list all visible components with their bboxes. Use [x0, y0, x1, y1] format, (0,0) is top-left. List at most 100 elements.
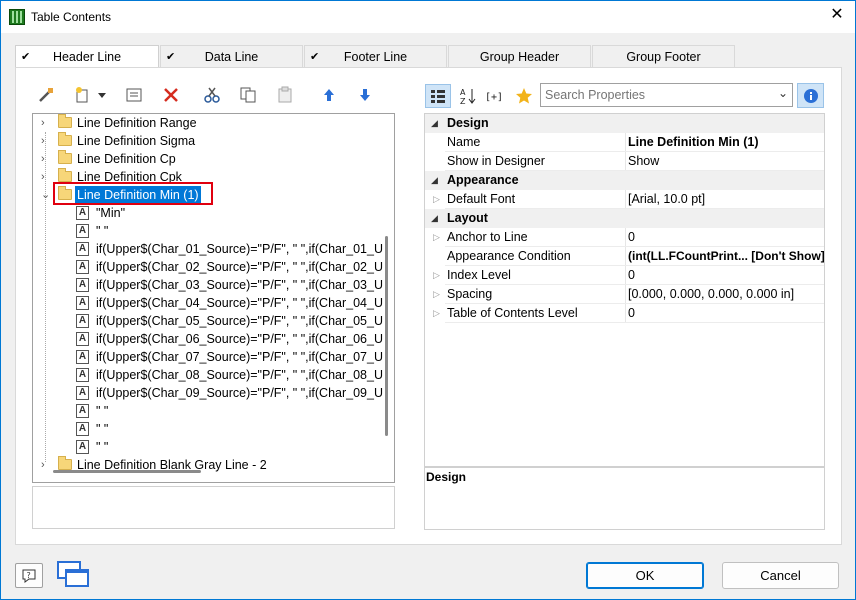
- folder-icon: [58, 132, 72, 146]
- cancel-button[interactable]: Cancel: [722, 562, 839, 589]
- tree-field[interactable]: Aif(Upper$(Char_02_Source)="P/F", " ",if…: [33, 258, 383, 276]
- svg-text:[+]: [+]: [485, 92, 503, 103]
- tab-label: Group Footer: [626, 50, 701, 64]
- tree-field[interactable]: Aif(Upper$(Char_08_Source)="P/F", " ",if…: [33, 366, 383, 384]
- property-name: Index Level: [447, 268, 511, 282]
- tab-header-line[interactable]: ✔ Header Line: [15, 45, 159, 69]
- tree-field[interactable]: A "Min": [33, 204, 378, 222]
- tree-field[interactable]: Aif(Upper$(Char_07_Source)="P/F", " ",if…: [33, 348, 383, 366]
- text-field-icon: A: [76, 224, 89, 238]
- tree-field-label: if(Upper$(Char_05_Source)="P/F", " ",if(…: [96, 314, 383, 328]
- chevron-right-icon[interactable]: ›: [41, 150, 51, 168]
- categorized-view-icon[interactable]: [425, 84, 451, 108]
- property-row-name[interactable]: Name Line Definition Min (1): [425, 133, 824, 152]
- search-input[interactable]: [545, 87, 775, 103]
- property-value[interactable]: Line Definition Min (1): [628, 133, 824, 152]
- tab-group-footer[interactable]: Group Footer: [592, 45, 735, 67]
- property-value[interactable]: 0: [628, 304, 824, 323]
- property-row-anchor-to-line[interactable]: ▷ Anchor to Line 0: [425, 228, 824, 247]
- chevron-right-icon[interactable]: ›: [41, 132, 51, 150]
- tree-field-label: " ": [96, 404, 109, 418]
- star-icon[interactable]: [511, 84, 537, 108]
- folder-icon: [58, 168, 72, 182]
- expand-icon[interactable]: ▷: [433, 304, 440, 323]
- tree-item[interactable]: › Line Definition Sigma: [33, 132, 378, 150]
- tab-group-header[interactable]: Group Header: [448, 45, 591, 67]
- close-icon[interactable]: ✕: [829, 7, 845, 23]
- chevron-down-icon[interactable]: ⌄: [41, 186, 51, 204]
- property-value[interactable]: [0.000, 0.000, 0.000, 0.000 in]: [628, 285, 824, 304]
- tree-field[interactable]: Aif(Upper$(Char_06_Source)="P/F", " ",if…: [33, 330, 383, 348]
- text-field-icon: A: [76, 404, 89, 418]
- tree-field-label: if(Upper$(Char_06_Source)="P/F", " ",if(…: [96, 332, 383, 346]
- copy-icon[interactable]: [237, 83, 259, 107]
- chevron-right-icon[interactable]: ›: [41, 456, 51, 474]
- category-appearance[interactable]: ◢ Appearance: [425, 171, 824, 190]
- expand-all-icon[interactable]: [+]: [483, 84, 507, 108]
- expand-icon[interactable]: ▷: [433, 285, 440, 304]
- windows-icon[interactable]: [56, 560, 90, 590]
- move-up-icon[interactable]: [318, 83, 340, 107]
- property-row-show-in-designer[interactable]: Show in Designer Show: [425, 152, 824, 171]
- category-layout[interactable]: ◢ Layout: [425, 209, 824, 228]
- sort-alpha-icon[interactable]: AZ: [455, 84, 481, 108]
- paste-icon[interactable]: [274, 83, 296, 107]
- dropdown-arrow-icon[interactable]: [95, 83, 109, 107]
- tree-field-label: " ": [96, 422, 109, 436]
- property-row-default-font[interactable]: ▷ Default Font [Arial, 10.0 pt]: [425, 190, 824, 209]
- text-field-icon: A: [76, 332, 89, 346]
- cut-icon[interactable]: [201, 83, 223, 107]
- property-value[interactable]: (int(LL.FCountPrint... [Don't Show]: [628, 247, 824, 266]
- tab-footer-line[interactable]: ✔ Footer Line: [304, 45, 447, 67]
- property-value[interactable]: 0: [628, 228, 824, 247]
- search-properties-field[interactable]: ⌄: [540, 83, 793, 107]
- property-name: Default Font: [447, 192, 516, 206]
- chevron-right-icon[interactable]: ›: [41, 114, 51, 132]
- property-row-spacing[interactable]: ▷ Spacing [0.000, 0.000, 0.000, 0.000 in…: [425, 285, 824, 304]
- expand-icon[interactable]: ▷: [433, 190, 440, 209]
- expand-icon[interactable]: ▷: [433, 266, 440, 285]
- tree-field[interactable]: Aif(Upper$(Char_04_Source)="P/F", " ",if…: [33, 294, 383, 312]
- chevron-right-icon[interactable]: ›: [41, 168, 51, 186]
- tree-field-label: if(Upper$(Char_02_Source)="P/F", " ",if(…: [96, 260, 383, 274]
- tree-field[interactable]: A " ": [33, 222, 378, 240]
- tree-item-label: Line Definition Sigma: [77, 134, 196, 148]
- tree-field-label: " ": [96, 440, 109, 454]
- property-value[interactable]: 0: [628, 266, 824, 285]
- line-tree[interactable]: › Line Definition Range › Line Definitio…: [32, 113, 395, 483]
- property-row-appearance-condition[interactable]: Appearance Condition (int(LL.FCountPrint…: [425, 247, 824, 266]
- collapse-icon[interactable]: ◢: [431, 171, 438, 190]
- check-icon: ✔: [310, 51, 320, 63]
- tree-field[interactable]: Aif(Upper$(Char_09_Source)="P/F", " ",if…: [33, 384, 383, 402]
- expand-icon[interactable]: ▷: [433, 228, 440, 247]
- ok-button[interactable]: OK: [586, 562, 704, 589]
- insert-new-icon[interactable]: [71, 83, 93, 107]
- vertical-scrollbar[interactable]: [385, 236, 388, 436]
- tree-item[interactable]: › Line Definition Range: [33, 114, 378, 132]
- category-design[interactable]: ◢ Design: [425, 114, 824, 133]
- tree-field[interactable]: Aif(Upper$(Char_03_Source)="P/F", " ",if…: [33, 276, 383, 294]
- horizontal-scrollbar[interactable]: [53, 470, 201, 473]
- property-value[interactable]: [Arial, 10.0 pt]: [628, 190, 824, 209]
- delete-icon[interactable]: [160, 83, 182, 107]
- wand-icon[interactable]: [35, 83, 57, 107]
- category-label: Appearance: [447, 173, 519, 187]
- tree-field[interactable]: A " ": [33, 438, 378, 456]
- tree-field[interactable]: Aif(Upper$(Char_01_Source)="P/F", " ",if…: [33, 240, 383, 258]
- property-value[interactable]: Show: [628, 152, 824, 171]
- properties-icon[interactable]: [123, 83, 145, 107]
- text-field-icon: A: [76, 422, 89, 436]
- chevron-down-icon[interactable]: ⌄: [778, 86, 788, 100]
- tree-field[interactable]: A " ": [33, 420, 378, 438]
- move-down-icon[interactable]: [354, 83, 376, 107]
- tab-data-line[interactable]: ✔ Data Line: [160, 45, 303, 67]
- help-icon[interactable]: ?: [15, 563, 43, 588]
- tree-field[interactable]: A " ": [33, 402, 378, 420]
- info-icon[interactable]: [797, 83, 824, 108]
- tree-item[interactable]: › Line Definition Cp: [33, 150, 378, 168]
- collapse-icon[interactable]: ◢: [431, 209, 438, 228]
- collapse-icon[interactable]: ◢: [431, 114, 438, 133]
- property-row-toc-level[interactable]: ▷ Table of Contents Level 0: [425, 304, 824, 323]
- tree-field[interactable]: Aif(Upper$(Char_05_Source)="P/F", " ",if…: [33, 312, 383, 330]
- property-row-index-level[interactable]: ▷ Index Level 0: [425, 266, 824, 285]
